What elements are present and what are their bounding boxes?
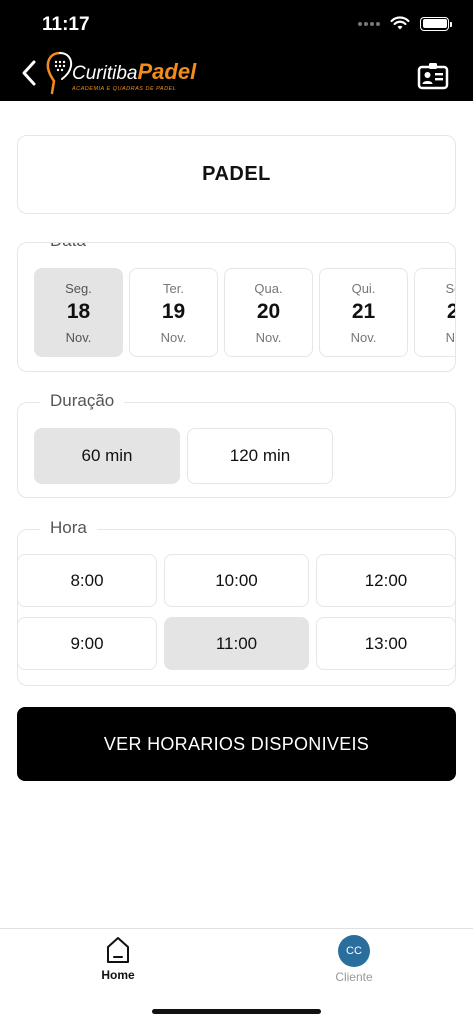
date-month: Nov.: [65, 329, 92, 345]
date-options: Seg. 18 Nov. Ter. 19 Nov. Qua. 20 Nov. Qui. 21 Nov.…: [34, 268, 455, 357]
date-day: 19: [161, 299, 186, 323]
tab-client[interactable]: CC Cliente: [314, 935, 394, 984]
logo-subtitle: ACADEMIA E QUADRAS DE PADEL: [72, 86, 177, 92]
app-header: 11:17 CuritibaPadel ACADEMIA E QUADRAS D…: [0, 0, 473, 101]
back-button[interactable]: [16, 58, 42, 88]
date-option[interactable]: Ter. 19 Nov.: [129, 268, 218, 357]
hour-options: 8:00 10:00 12:00 9:00 11:00 13:00: [17, 554, 456, 670]
home-icon: [107, 937, 129, 963]
date-month: Nov.: [160, 329, 187, 345]
tab-client-label: Cliente: [335, 970, 373, 984]
id-card-icon: [417, 63, 449, 90]
chevron-left-icon: [22, 60, 36, 86]
logo-main-text: Curitiba: [72, 63, 138, 84]
tab-home[interactable]: Home: [78, 935, 158, 982]
date-option[interactable]: Seg. 18 Nov.: [34, 268, 123, 357]
date-weekday: Ter.: [163, 280, 184, 296]
date-weekday: Qui.: [351, 280, 376, 296]
duration-option[interactable]: 60 min: [34, 428, 180, 484]
sport-title: PADEL: [202, 163, 271, 185]
logo-accent-text: Padel: [137, 59, 197, 84]
hour-option[interactable]: 10:00: [164, 554, 309, 607]
date-month: Nov.: [350, 329, 377, 345]
profile-card-button[interactable]: [417, 61, 449, 90]
duration-options: 60 min 120 min: [34, 428, 333, 484]
date-month: Nov.: [445, 329, 455, 345]
battery-icon: [420, 16, 452, 31]
avatar: CC: [338, 935, 370, 967]
wifi-icon: [390, 16, 410, 30]
cellular-signal-icon: [358, 21, 380, 26]
home-indicator: [152, 1009, 321, 1014]
date-day: 20: [256, 299, 281, 323]
status-time: 11:17: [42, 14, 90, 35]
date-option[interactable]: Qua. 20 Nov.: [224, 268, 313, 357]
logo-wordmark: CuritibaPadel: [72, 59, 196, 85]
date-option[interactable]: Sex. 22 Nov.: [414, 268, 455, 357]
hour-option[interactable]: 9:00: [17, 617, 157, 670]
tab-home-label: Home: [101, 968, 135, 982]
hour-section: Hora 8:00 10:00 12:00 9:00 11:00 13:00: [17, 518, 456, 686]
hour-option[interactable]: 12:00: [316, 554, 456, 607]
duration-section: Duração 60 min 120 min: [17, 391, 456, 498]
curitiba-padel-logo: CuritibaPadel ACADEMIA E QUADRAS DE PADE…: [44, 50, 214, 96]
hour-option[interactable]: 13:00: [316, 617, 456, 670]
date-option[interactable]: Qui. 21 Nov.: [319, 268, 408, 357]
date-weekday: Seg.: [65, 280, 92, 296]
duration-legend: Duração: [40, 391, 125, 411]
hour-legend: Hora: [40, 518, 97, 538]
status-indicators: [358, 16, 452, 31]
date-legend: Data: [40, 243, 96, 251]
date-month: Nov.: [255, 329, 282, 345]
date-weekday: Sex.: [445, 280, 455, 296]
date-day: 18: [66, 299, 91, 323]
date-section: Data Seg. 18 Nov. Ter. 19 Nov. Qua. 20 Nov. Qui. 2…: [17, 242, 456, 372]
hour-option[interactable]: 11:00: [164, 617, 309, 670]
date-day: 21: [351, 299, 376, 323]
date-day: 22: [447, 300, 455, 324]
duration-option[interactable]: 120 min: [187, 428, 333, 484]
hour-option[interactable]: 8:00: [17, 554, 157, 607]
date-weekday: Qua.: [254, 280, 283, 296]
view-available-times-button[interactable]: VER HORARIOS DISPONIVEIS: [17, 707, 456, 781]
sport-title-card: PADEL: [17, 135, 456, 214]
